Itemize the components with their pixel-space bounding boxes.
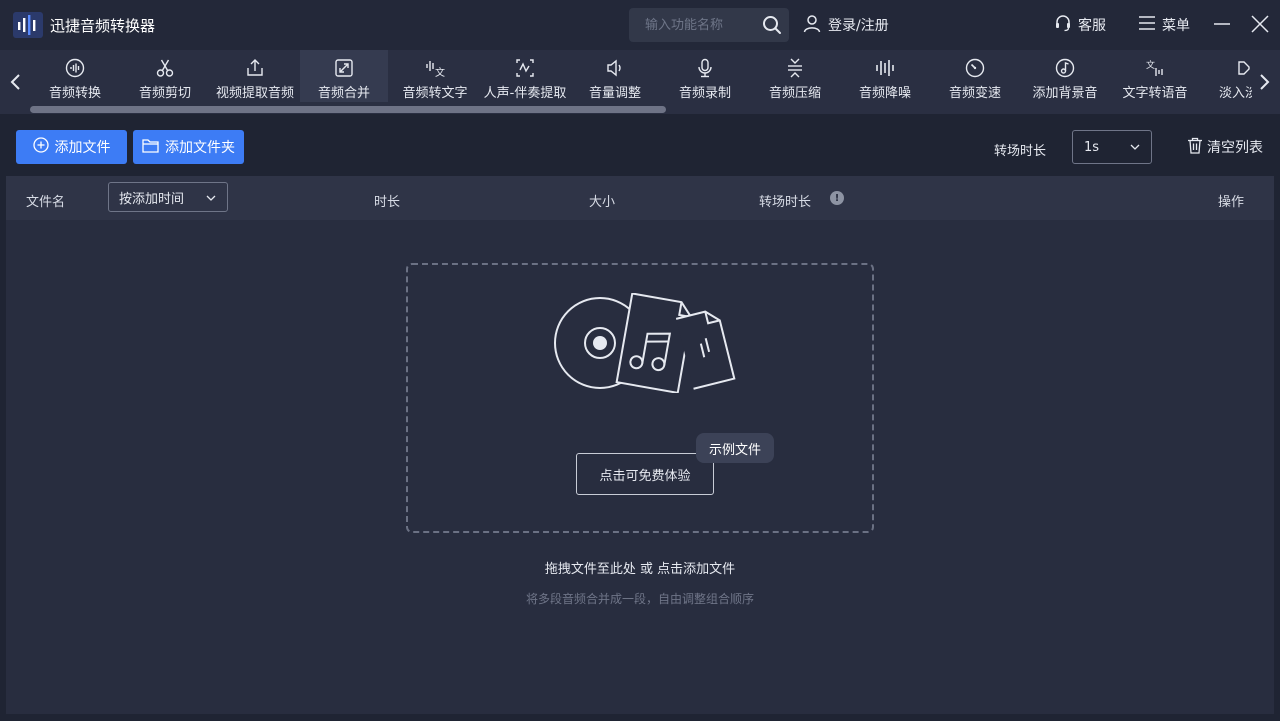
tab-audio-record[interactable]: 音频录制 [660,50,750,102]
tab-speed-change[interactable]: 音频变速 [930,50,1020,102]
plus-circle-icon [32,137,49,157]
headset-icon [1054,14,1072,36]
audio-to-text-icon: 文 [424,57,446,79]
col-size: 大小 [589,195,616,210]
speaker-icon [604,57,626,79]
table-header: 文件名 按添加时间 时长 大小 转场时长 ! 操作 [6,176,1274,220]
add-folder-button[interactable]: 添加文件夹 [133,130,244,164]
drop-subhint: 将多段音频合并成一段，自由调整组合顺序 [525,592,754,606]
drop-hint: 拖拽文件至此处 或 点击添加文件 [544,562,736,577]
function-bar: 音频转换 音频剪切 视频提取音频 音频合并 文 音频转文字 人声-伴奏提取 音量… [0,50,1280,114]
drop-zone[interactable]: 点击可免费体验 示例文件 [406,263,874,533]
app-title: 迅捷音频转换器 [50,17,156,35]
tab-audio-convert[interactable]: 音频转换 [30,50,120,102]
hamburger-icon [1138,14,1156,36]
minimize-icon[interactable] [1212,14,1232,34]
file-list-panel: 文件名 按添加时间 时长 大小 转场时长 ! 操作 点击可免费体验 示例文件 拖… [6,176,1274,714]
tab-noise-reduce[interactable]: 音频降噪 [840,50,930,102]
menu-label: 菜单 [1162,18,1190,34]
tab-audio-merge[interactable]: 音频合并 [300,50,388,102]
tab-volume-adjust[interactable]: 音量调整 [570,50,660,102]
svg-text:文: 文 [1146,59,1155,71]
sort-value: 按添加时间 [119,191,185,207]
tab-video-extract[interactable]: 视频提取音频 [210,50,300,102]
tab-audio-to-text[interactable]: 文 音频转文字 [390,50,480,102]
user-icon [802,13,822,37]
tab-label: 人声-伴奏提取 [483,86,567,101]
scissors-icon [154,57,176,79]
chevron-left-icon[interactable] [4,68,26,96]
tab-vocal-extract[interactable]: 人声-伴奏提取 [480,50,570,102]
transition-select[interactable]: 1s [1072,130,1152,164]
add-folder-label: 添加文件夹 [165,140,235,156]
chevron-down-icon [205,192,217,208]
tab-label: 音量调整 [588,86,641,101]
col-actions: 操作 [1218,195,1245,210]
chevron-down-icon [1129,141,1141,157]
clear-list-label: 清空列表 [1207,140,1263,156]
equalizer-icon [874,57,896,79]
compress-icon [784,57,806,79]
tab-label: 音频录制 [678,86,731,101]
merge-arrows-icon [333,57,355,79]
sample-file-tag[interactable]: 示例文件 [696,433,774,463]
sort-select[interactable]: 按添加时间 [108,182,228,212]
tab-label: 视频提取音频 [215,86,294,101]
tab-label: 音频转文字 [402,86,468,101]
tabs-scrollbar[interactable] [30,106,666,113]
speedometer-icon [964,57,986,79]
svg-text:文: 文 [435,66,445,78]
login-button[interactable]: 登录/注册 [802,13,889,37]
transition-value: 1s [1084,139,1100,155]
tab-add-background[interactable]: 添加背景音 [1020,50,1110,102]
menu-button[interactable]: 菜单 [1138,13,1190,37]
fade-icon [1234,57,1252,79]
free-trial-button[interactable]: 点击可免费体验 [576,453,714,495]
chevron-right-icon[interactable] [1254,68,1276,96]
search-box [629,8,789,42]
tab-label: 音频合并 [317,86,370,101]
tab-label: 音频转换 [48,86,101,101]
tab-audio-compress[interactable]: 音频压缩 [750,50,840,102]
function-tabs: 音频转换 音频剪切 视频提取音频 音频合并 文 音频转文字 人声-伴奏提取 音量… [30,50,1252,102]
customer-service-button[interactable]: 客服 [1054,13,1106,37]
audio-files-illustration-icon [554,292,736,397]
search-icon[interactable] [761,14,783,36]
add-file-label: 添加文件 [54,140,111,156]
service-label: 客服 [1078,18,1106,34]
login-label: 登录/注册 [828,18,889,34]
col-transition: 转场时长 [759,195,812,210]
tab-label: 音频降噪 [858,86,911,101]
close-icon[interactable] [1250,14,1270,34]
tab-fade[interactable]: 淡入淡出 [1200,50,1252,102]
app-logo-icon [12,10,44,40]
tab-label: 文字转语音 [1122,86,1188,101]
folder-icon [142,138,159,157]
col-duration: 时长 [374,195,401,210]
tab-label: 音频变速 [948,86,1001,101]
tab-label: 淡入淡出 [1218,86,1252,101]
tab-label: 音频剪切 [138,86,191,101]
tab-audio-cut[interactable]: 音频剪切 [120,50,210,102]
info-icon[interactable]: ! [830,191,844,205]
clear-list-button[interactable]: 清空列表 [1187,137,1263,157]
add-file-button[interactable]: 添加文件 [16,130,127,164]
transition-label: 转场时长 [994,144,1047,159]
tab-label: 添加背景音 [1032,86,1098,101]
text-to-speech-icon: 文 [1144,57,1166,79]
upload-box-icon [244,57,266,79]
music-note-circle-icon [1054,57,1076,79]
search-input[interactable] [629,8,757,42]
trash-icon [1187,137,1203,158]
col-filename: 文件名 [26,195,66,210]
tab-text-to-speech[interactable]: 文 文字转语音 [1110,50,1200,102]
microphone-icon [694,57,716,79]
waveform-circle-icon [64,57,86,79]
vocal-extract-icon [514,57,536,79]
title-bar: 迅捷音频转换器 登录/注册 客服 菜单 [0,0,1280,50]
tab-label: 音频压缩 [768,86,821,101]
